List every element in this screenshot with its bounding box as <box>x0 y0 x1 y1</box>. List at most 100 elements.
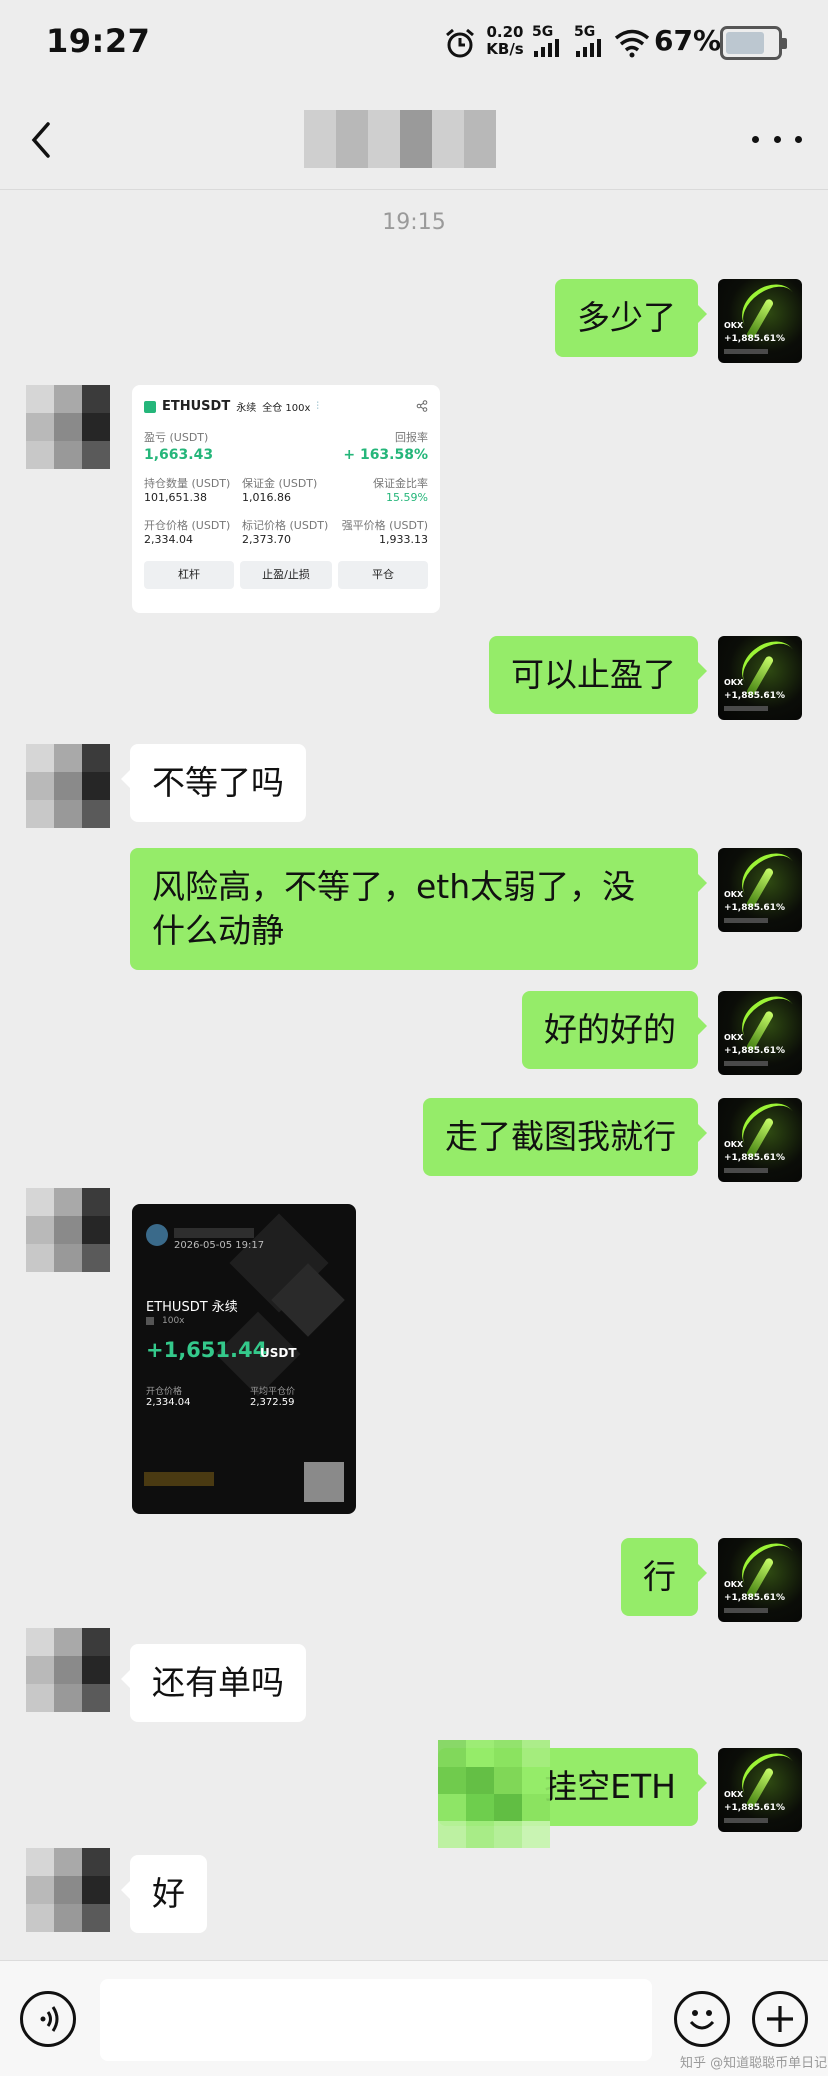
share-icon[interactable] <box>416 400 428 412</box>
net-speed: 0.20 KB/s <box>484 24 526 58</box>
entry-price-value: 2,334.04 <box>144 533 193 546</box>
share-entry-value: 2,334.04 <box>146 1397 191 1408</box>
margin-value: 1,016.86 <box>242 491 291 504</box>
mark-price-value: 2,373.70 <box>242 533 291 546</box>
my-avatar[interactable]: OKX +1,885.61% <box>718 1098 802 1182</box>
plus-icon <box>767 2006 793 2032</box>
avatar-gain: +1,885.61% <box>724 1153 785 1163</box>
qty-value: 101,651.38 <box>144 491 207 504</box>
share-pnl-unit: USDT <box>260 1346 297 1360</box>
smiley-icon <box>689 2010 715 2030</box>
message-text-line: 风险高，不等了，eth太弱了，没 <box>152 867 636 906</box>
margin-label: 保证金 (USDT) <box>242 477 318 490</box>
status-time: 19:27 <box>46 22 151 60</box>
position-symbol: ETHUSDT <box>162 399 231 414</box>
avatar-brand: OKX <box>724 1790 744 1799</box>
message-bubble-in[interactable]: 还有单吗 <box>121 1644 306 1722</box>
brand-logo-blurred <box>144 1472 214 1486</box>
message-text-line: 什么动静 <box>152 911 284 950</box>
voice-icon <box>40 2006 59 2032</box>
avatar-gain: +1,885.61% <box>724 1593 785 1603</box>
leverage-button[interactable]: 杠杆 <box>144 561 234 589</box>
pnl-label: 盈亏 (USDT) <box>144 431 209 444</box>
coin-icon <box>144 400 156 413</box>
share-date: 2026-05-05 19:17 <box>174 1240 265 1251</box>
chat-timestamp: 19:15 <box>382 210 446 235</box>
message-bubble-out[interactable]: 多少了 <box>555 279 707 357</box>
username-blurred <box>174 1228 254 1238</box>
contact-avatar[interactable] <box>26 1848 110 1932</box>
voice-input-button[interactable] <box>20 1991 76 2047</box>
avatar-brand: OKX <box>724 1140 744 1149</box>
net-speed-value: 0.20 <box>486 23 524 41</box>
contact-avatar[interactable] <box>26 385 110 469</box>
contact-avatar[interactable] <box>26 744 110 828</box>
roi-value: + 163.58% <box>343 447 428 463</box>
my-avatar[interactable]: OKX +1,885.61% <box>718 636 802 720</box>
tp-sl-button[interactable]: 止盈/止损 <box>240 561 332 589</box>
my-avatar[interactable]: OKX +1,885.61% <box>718 1538 802 1622</box>
watermark: 知乎 @知道聪聪币单日记 <box>680 2056 828 2071</box>
more-options-button[interactable] <box>752 136 802 150</box>
battery-percent: 67% <box>654 24 722 57</box>
message-bubble-out[interactable]: 可以止盈了 <box>489 636 707 714</box>
avatar-gain: +1,885.61% <box>724 334 785 344</box>
liq-price-value: 1,933.13 <box>379 533 428 546</box>
emoji-button[interactable] <box>674 1991 730 2047</box>
more-icon <box>752 136 759 143</box>
message-input[interactable] <box>100 1979 652 2061</box>
share-avg-close-value: 2,372.59 <box>250 1397 295 1408</box>
margin-ratio-value: 15.59% <box>386 491 428 504</box>
share-symbol: ETHUSDT 永续 <box>146 1300 238 1315</box>
contact-avatar[interactable] <box>26 1628 110 1712</box>
close-position-button[interactable]: 平仓 <box>338 561 428 589</box>
message-bubble-out[interactable]: 好的好的 <box>522 991 707 1069</box>
battery-icon <box>720 26 787 60</box>
avatar-brand: OKX <box>724 890 744 899</box>
share-avg-close-label: 平均平仓价 <box>250 1387 296 1397</box>
avatar-brand: OKX <box>724 1033 744 1042</box>
signal-1-label: 5G <box>532 24 554 40</box>
message-bubble-in[interactable]: 好 <box>121 1855 207 1933</box>
qty-label: 持仓数量 (USDT) <box>144 477 231 490</box>
avatar-gain: +1,885.61% <box>724 1046 785 1056</box>
signal-5g-1-icon: 5G <box>532 24 572 60</box>
net-speed-unit: KB/s <box>486 40 524 58</box>
wifi-icon <box>614 29 650 58</box>
liq-price-label: 强平价格 (USDT) <box>341 519 428 532</box>
share-entry-label: 开仓价格 <box>146 1387 183 1397</box>
roi-label: 回报率 <box>395 431 428 444</box>
back-button[interactable] <box>22 118 62 162</box>
avatar-gain: +1,885.61% <box>724 691 785 701</box>
avatar-brand: OKX <box>724 1580 744 1589</box>
position-type: 永续 <box>236 403 257 414</box>
message-bubble-in[interactable]: 不等了吗 <box>121 744 306 822</box>
signal-5g-2-icon: 5G <box>574 24 614 60</box>
message-bubble-out[interactable]: 走了截图我就行 <box>423 1098 707 1176</box>
user-avatar-blurred <box>146 1224 168 1246</box>
share-leverage: 100x <box>162 1316 185 1326</box>
more-functions-button[interactable] <box>752 1991 808 2047</box>
signal-2-label: 5G <box>574 24 596 40</box>
pnl-value: 1,663.43 <box>144 447 214 463</box>
mark-price-label: 标记价格 (USDT) <box>242 519 329 532</box>
share-pnl: +1,651.44 <box>146 1338 268 1362</box>
avatar-gain: +1,885.61% <box>724 903 785 913</box>
contact-name-blurred <box>304 110 496 168</box>
my-avatar[interactable]: OKX +1,885.61% <box>718 279 802 363</box>
avatar-brand: OKX <box>724 321 744 330</box>
position-mode: 全仓 100x <box>262 403 311 414</box>
my-avatar[interactable]: OKX +1,885.61% <box>718 991 802 1075</box>
contact-avatar[interactable] <box>26 1188 110 1272</box>
my-avatar[interactable]: OKX +1,885.61% <box>718 848 802 932</box>
qr-code-blurred <box>304 1462 344 1502</box>
alarm-icon <box>446 28 474 58</box>
avatar-brand: OKX <box>724 678 744 687</box>
pnl-share-card[interactable]: 2026-05-05 19:17 ETHUSDT 永续 100x +1,651.… <box>132 1204 356 1514</box>
mosaic-overlay <box>438 1740 550 1848</box>
my-avatar[interactable]: OKX +1,885.61% <box>718 1748 802 1832</box>
message-bubble-out[interactable]: 风险高，不等了，eth太弱了，没 什么动静 <box>130 848 707 970</box>
message-bubble-out[interactable]: 行 <box>621 1538 707 1616</box>
position-card[interactable]: ETHUSDT 永续 全仓 100x ⫶ 盈亏 (USDT) 回报率 1,663… <box>132 385 440 613</box>
chat-header <box>0 92 828 190</box>
